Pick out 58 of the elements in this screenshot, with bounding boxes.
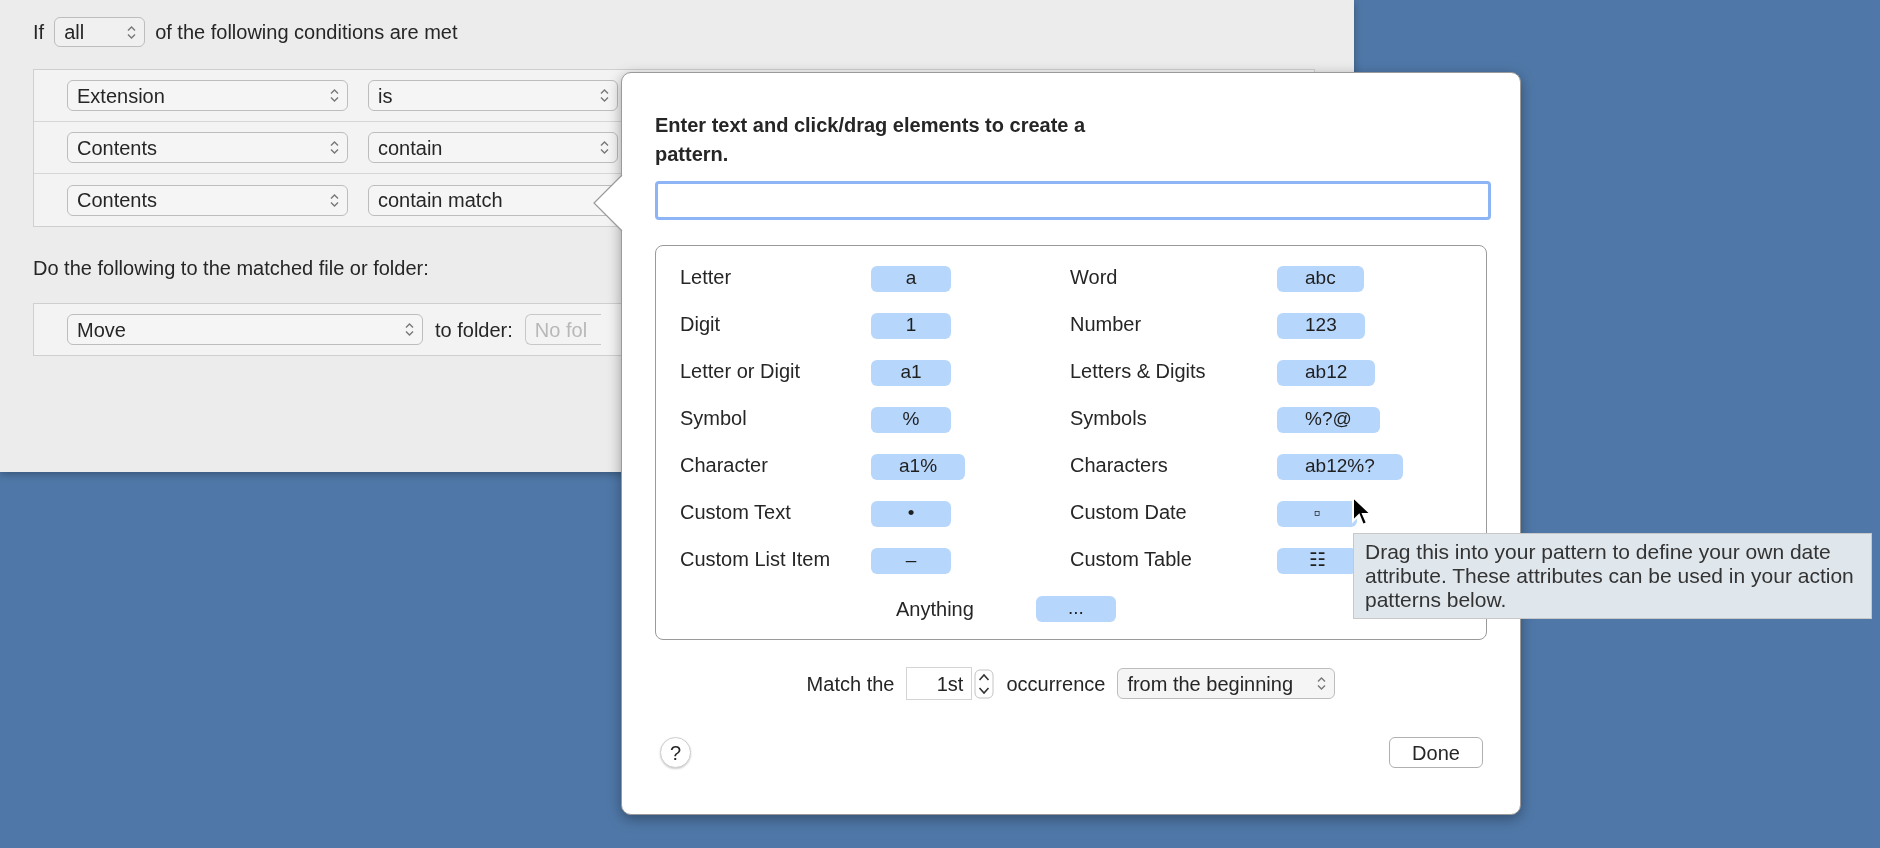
updown-icon [127, 24, 137, 40]
element-label: Custom Date [1070, 499, 1188, 525]
pattern-element[interactable]: ab12 [1277, 360, 1376, 386]
element-label: Number [1070, 311, 1143, 337]
pattern-element[interactable]: a1 [871, 360, 951, 386]
direction-select[interactable]: from the beginning [1117, 668, 1336, 699]
element-label: Symbol [680, 405, 748, 431]
pattern-element[interactable]: • [871, 501, 951, 527]
element-label: Word [1070, 264, 1119, 290]
rule-suffix: of the following conditions are met [155, 20, 458, 45]
element-label: Custom List Item [680, 546, 832, 572]
element-label: Symbols [1070, 405, 1148, 431]
pattern-element[interactable]: ab12%? [1277, 454, 1403, 480]
element-label: Letter or Digit [680, 358, 802, 384]
attribute-select[interactable]: Contents [67, 184, 348, 216]
updown-icon [330, 192, 339, 208]
element-label: Letter [680, 264, 733, 290]
match-prefix: Match the [806, 671, 895, 697]
rule-prefix: If [33, 20, 45, 45]
tooltip: Drag this into your pattern to define your own date attribute. These attributes can be used in your action patterns below. [1353, 533, 1872, 619]
updown-icon [1317, 676, 1327, 691]
actions-label: Do the following to the matched file or folder: [33, 256, 429, 281]
occurrence-field[interactable]: 1st [906, 667, 973, 700]
pattern-element[interactable]: – [871, 548, 951, 574]
updown-icon [405, 322, 414, 337]
element-label: Custom Text [680, 499, 792, 525]
pattern-element[interactable]: abc [1277, 266, 1364, 292]
updown-icon [600, 140, 609, 155]
element-label: Letters & Digits [1070, 358, 1207, 384]
element-label: Characters [1070, 452, 1169, 478]
match-suffix: occurrence [1006, 671, 1106, 697]
action-select[interactable]: Move [67, 314, 423, 345]
done-button[interactable]: Done [1389, 737, 1483, 768]
pattern-field[interactable] [655, 181, 1491, 220]
target-label: to folder: [435, 317, 513, 343]
attribute-select[interactable]: Contents [67, 132, 348, 163]
updown-icon [600, 88, 609, 103]
pattern-element[interactable]: a1% [871, 454, 966, 480]
element-label: Character [680, 452, 769, 478]
pattern-element[interactable]: ... [1035, 596, 1116, 622]
updown-icon [330, 88, 339, 103]
pattern-element[interactable]: ▫ [1277, 501, 1357, 527]
popover-instruction: Enter text and click/drag elements to create a pattern. [655, 113, 1087, 167]
pattern-element[interactable]: % [871, 407, 951, 433]
attribute-select[interactable]: Extension [67, 80, 348, 111]
operator-select[interactable]: is [368, 80, 618, 111]
help-button[interactable]: ? [660, 737, 691, 768]
element-label: Custom Table [1070, 546, 1193, 572]
element-label: Anything [896, 597, 974, 622]
pattern-element[interactable]: 123 [1277, 313, 1365, 339]
pattern-element[interactable]: a [871, 266, 951, 292]
quantifier-select[interactable]: all [54, 17, 146, 47]
updown-icon [330, 140, 339, 155]
pattern-element[interactable]: %?@ [1277, 407, 1380, 433]
stepper-icon[interactable] [974, 668, 995, 699]
pattern-element[interactable]: 1 [871, 313, 951, 339]
operator-select[interactable]: contain [368, 132, 618, 163]
element-label: Digit [680, 311, 721, 337]
